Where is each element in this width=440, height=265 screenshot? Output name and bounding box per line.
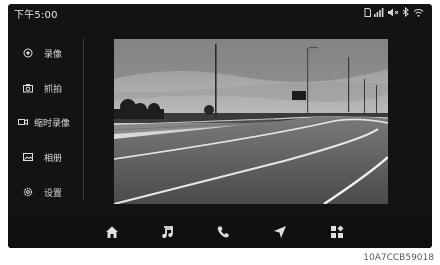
- sidebar-item-snapshot[interactable]: 抓拍: [8, 77, 82, 99]
- record-icon: [23, 48, 33, 58]
- album-icon: [23, 153, 33, 161]
- sidebar-item-label: 抓拍: [44, 85, 63, 95]
- sidebar-item-label: 录像: [44, 50, 63, 60]
- phone-button[interactable]: [214, 223, 232, 241]
- music-icon: [162, 226, 173, 239]
- sidebar-item-record[interactable]: 录像: [8, 42, 82, 64]
- sidebar-item-label: 缩时录像: [34, 119, 71, 129]
- sidebar-divider: [83, 38, 84, 200]
- road-scene-image: [114, 39, 388, 204]
- status-icons: [364, 6, 424, 18]
- apps-button[interactable]: [328, 223, 346, 241]
- home-icon: [106, 226, 118, 238]
- bluetooth-icon: [402, 7, 410, 17]
- sidebar-menu: 录像 抓拍 缩时录像 相册 设置: [8, 34, 86, 202]
- apps-icon: [331, 225, 344, 238]
- music-button[interactable]: [158, 223, 176, 241]
- head-unit-screen: 下午5:00 录像 抓拍 缩时录像 相册 设置: [8, 4, 432, 248]
- sidebar-item-settings[interactable]: 设置: [8, 181, 82, 203]
- wifi-icon: [413, 8, 424, 17]
- sidebar-item-label: 相册: [44, 154, 63, 164]
- sidebar-item-album[interactable]: 相册: [8, 146, 82, 168]
- home-button[interactable]: [103, 223, 121, 241]
- sidebar-item-label: 设置: [44, 189, 63, 199]
- clock: 下午5:00: [14, 10, 58, 21]
- navigation-button[interactable]: [271, 223, 289, 241]
- settings-icon: [23, 187, 33, 197]
- navigation-icon: [274, 226, 286, 238]
- bottom-nav-bar: [8, 216, 432, 248]
- signal-icon: [374, 7, 385, 17]
- phone-icon: [217, 226, 229, 238]
- sidebar-item-timelapse[interactable]: 缩时录像: [8, 111, 82, 133]
- camera-live-view[interactable]: [114, 39, 388, 204]
- mute-icon: [388, 8, 399, 17]
- status-bar: 下午5:00: [8, 4, 432, 21]
- sd-card-icon: [364, 7, 371, 17]
- timelapse-icon: [18, 118, 28, 126]
- camera-icon: [23, 84, 33, 93]
- figure-code: 10A7CCB59018: [363, 253, 434, 263]
